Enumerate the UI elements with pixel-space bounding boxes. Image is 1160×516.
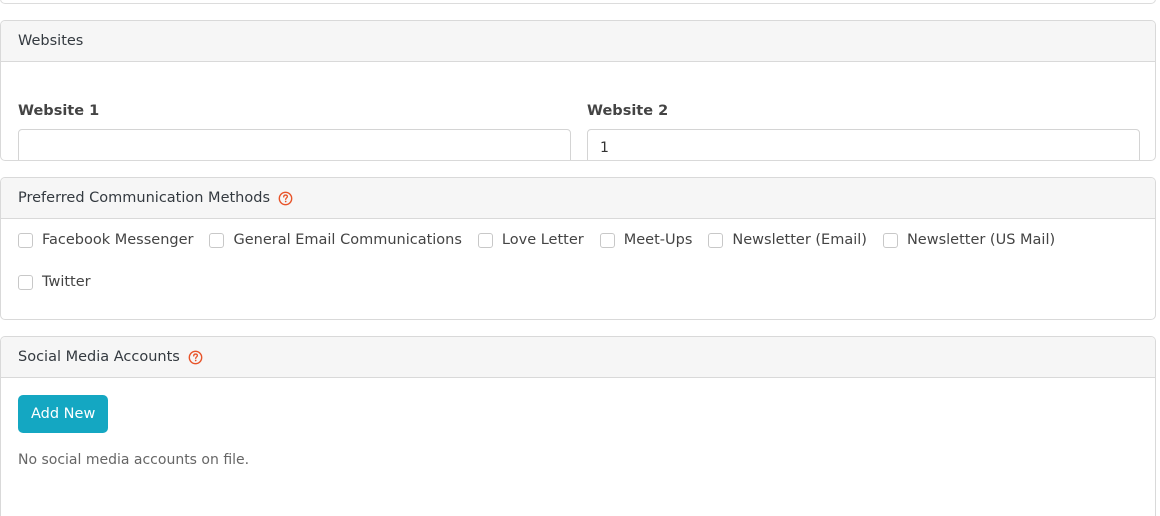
website2-input[interactable] (587, 129, 1140, 160)
option-label: Twitter (42, 274, 91, 290)
communication-title: Preferred Communication Methods (18, 190, 270, 206)
websites-card-header: Websites (1, 21, 1155, 62)
checkbox[interactable] (708, 232, 724, 248)
website2-label: Website 2 (587, 103, 669, 119)
social-media-card-header: Social Media Accounts (1, 337, 1155, 378)
website1-field: Website 1 (18, 83, 571, 160)
option-meet-ups[interactable]: Meet-Ups (599, 219, 693, 261)
checkbox[interactable] (599, 232, 615, 248)
option-label: Meet-Ups (623, 232, 693, 248)
communication-card-header: Preferred Communication Methods (1, 178, 1155, 219)
checkbox[interactable] (18, 274, 33, 290)
empty-state-message: No social media accounts on file. (18, 452, 250, 468)
previous-card-bottom (0, 0, 1156, 4)
website1-label: Website 1 (18, 103, 100, 119)
option-twitter[interactable]: Twitter (18, 261, 91, 303)
option-label: Love Letter (501, 232, 584, 248)
option-label: Newsletter (Email) (732, 232, 867, 248)
websites-title: Websites (18, 33, 84, 49)
question-circle-icon[interactable] (278, 191, 293, 206)
option-label: Newsletter (US Mail) (906, 232, 1056, 248)
website1-input[interactable] (18, 129, 571, 160)
question-circle-icon[interactable] (188, 350, 203, 365)
option-general-email[interactable]: General Email Communications (209, 219, 462, 261)
option-label: General Email Communications (233, 232, 462, 248)
option-love-letter[interactable]: Love Letter (477, 219, 584, 261)
social-media-title: Social Media Accounts (18, 349, 180, 365)
websites-card: Websites Website 1 Website 2 (0, 20, 1156, 161)
communication-card: Preferred Communication Methods Facebook… (0, 177, 1156, 320)
option-newsletter-us-mail[interactable]: Newsletter (US Mail) (882, 219, 1056, 261)
communication-options: Facebook Messenger General Email Communi… (18, 219, 1145, 303)
checkbox[interactable] (882, 232, 898, 248)
checkbox[interactable] (209, 232, 225, 248)
checkbox[interactable] (18, 232, 33, 248)
social-media-card: Social Media Accounts Add New No social … (0, 336, 1156, 516)
option-newsletter-email[interactable]: Newsletter (Email) (708, 219, 867, 261)
website2-field: Website 2 (587, 83, 1140, 160)
checkbox[interactable] (477, 232, 493, 248)
option-label: Facebook Messenger (42, 232, 194, 248)
option-facebook-messenger[interactable]: Facebook Messenger (18, 219, 193, 261)
add-new-button[interactable]: Add New (18, 395, 109, 433)
